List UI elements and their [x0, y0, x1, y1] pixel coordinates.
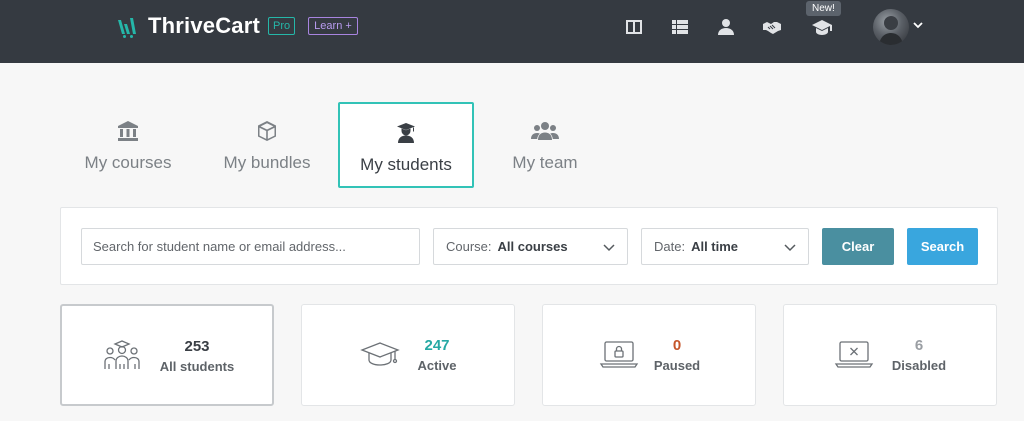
- tab-my-team[interactable]: My team: [477, 102, 613, 188]
- list-icon[interactable]: [669, 16, 691, 38]
- students-group-icon: [102, 339, 142, 376]
- columns-icon[interactable]: [623, 16, 645, 38]
- laptop-lock-icon: [599, 338, 639, 375]
- tab-label: My courses: [84, 153, 172, 172]
- date-select[interactable]: Date: All time: [641, 228, 809, 265]
- student-search-input[interactable]: [81, 228, 420, 265]
- stat-card-disabled[interactable]: 6 Disabled: [783, 304, 997, 406]
- stat-value: 6: [914, 337, 924, 354]
- course-select[interactable]: Course: All courses: [433, 228, 628, 265]
- tab-label: My bundles: [223, 153, 311, 172]
- new-badge: New!: [806, 1, 841, 16]
- user-avatar[interactable]: [873, 9, 909, 45]
- thrivecart-logo-icon: [118, 18, 136, 38]
- users-icon: [531, 120, 559, 147]
- handshake-icon[interactable]: [761, 16, 783, 38]
- student-icon: [395, 122, 417, 149]
- learn-plus-badge: Learn +: [308, 17, 358, 35]
- tab-label: My students: [360, 155, 452, 174]
- chevron-down-icon[interactable]: [913, 20, 923, 30]
- course-select-value: All courses: [497, 239, 568, 254]
- bank-icon: [117, 120, 139, 147]
- stat-card-active[interactable]: 247 Active: [301, 304, 515, 406]
- chevron-down-icon: [784, 244, 796, 252]
- stat-label: All students: [159, 359, 235, 374]
- chevron-down-icon: [603, 244, 615, 252]
- stat-card-all-students[interactable]: 253 All students: [60, 304, 274, 406]
- laptop-x-icon: [834, 338, 874, 375]
- brand-name: ThriveCart: [148, 13, 261, 38]
- graduation-cap-icon[interactable]: [811, 16, 833, 38]
- tab-my-students[interactable]: My students: [338, 102, 474, 188]
- thrivecart-logo[interactable]: ThriveCart Pro Learn +: [116, 12, 358, 40]
- stat-value: 247: [424, 337, 450, 354]
- stat-value: 253: [184, 338, 210, 355]
- date-select-value: All time: [691, 239, 739, 254]
- search-button[interactable]: Search: [907, 228, 978, 265]
- stat-card-paused[interactable]: 0 Paused: [542, 304, 756, 406]
- tab-my-courses[interactable]: My courses: [60, 102, 196, 188]
- filter-panel: Course: All courses Date: All time Clear…: [60, 207, 998, 285]
- tab-my-bundles[interactable]: My bundles: [199, 102, 335, 188]
- course-select-label: Course:: [446, 239, 492, 254]
- user-icon[interactable]: [715, 16, 737, 38]
- tab-label: My team: [512, 153, 578, 172]
- stat-label: Active: [417, 358, 457, 373]
- stat-label: Disabled: [891, 358, 947, 373]
- clear-button[interactable]: Clear: [822, 228, 894, 265]
- avatar-image: [879, 16, 903, 45]
- graduation-cap-icon: [360, 338, 400, 375]
- pro-badge: Pro: [268, 17, 296, 35]
- stat-label: Paused: [653, 358, 701, 373]
- stat-value: 0: [672, 337, 682, 354]
- date-select-label: Date:: [654, 239, 686, 254]
- box-icon: [256, 120, 278, 147]
- top-navigation-bar: ThriveCart Pro Learn + New!: [0, 0, 1024, 63]
